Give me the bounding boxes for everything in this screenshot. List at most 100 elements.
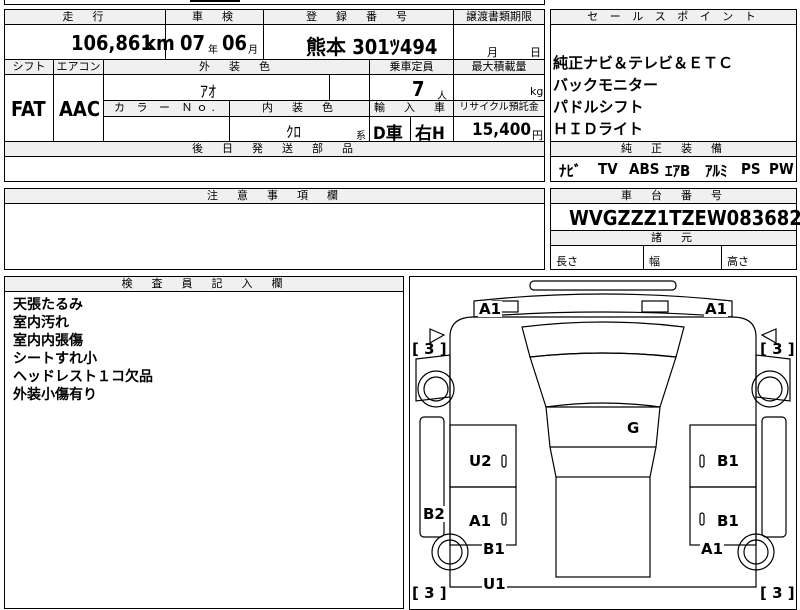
recycle-deposit-value: 15,400 [472, 120, 532, 140]
equipment-item: ｱﾙﾐ [705, 162, 728, 180]
inspector-remark: 室内汚れ [13, 315, 69, 331]
aircon-value: AAC [59, 97, 101, 121]
clipped-top-row [4, 0, 545, 5]
max-load-label: 最大積載量 [453, 59, 545, 75]
clipped-text-fragment [190, 0, 240, 2]
transfer-month-unit: 月 [487, 46, 498, 59]
shaken-year: 07 [180, 31, 206, 55]
sales-point-item: パドルシフト [553, 98, 644, 116]
front-right-wheel-hub [757, 376, 783, 402]
windshield-panel [529, 352, 677, 408]
inspector-label: 検 査 員 記 入 欄 [4, 276, 404, 292]
damage-mark-left-rear-door: A1 [468, 512, 493, 530]
damage-mark-right-front-door: B1 [716, 452, 740, 470]
interior-color-suffix: 系 [356, 131, 366, 142]
door-handle-rr [699, 512, 705, 526]
front-left-wheel-outline [417, 370, 455, 408]
sales-point-item: ＨＩＤライト [553, 120, 644, 138]
handle-cell: 右H [410, 116, 454, 144]
transfer-deadline-label: 譲渡書類期限 [453, 9, 545, 25]
damage-mark-rear-left: U1 [482, 575, 507, 593]
equipment-cell: ﾅﾋﾞ TV ABS ｴｱB ｱﾙﾐ PS PW [550, 156, 797, 182]
interior-color-label: 内 装 色 [229, 100, 370, 117]
mileage-value: 106,861 [71, 31, 153, 55]
tire-front-left: [ 3 ] [412, 340, 447, 358]
damage-mark-roof: G [626, 419, 641, 437]
shift-label: シフト [4, 59, 54, 75]
equipment-item: PS [741, 160, 761, 178]
equipment-item: ABS [629, 160, 660, 178]
center-floor-outline [555, 476, 651, 578]
right-sill-outline [761, 416, 787, 538]
recycle-deposit-label: リサイクル預託金 [453, 100, 545, 117]
equipment-item: ﾅﾋﾞ [559, 162, 582, 180]
transfer-deadline-cell: 月 日 [453, 24, 545, 60]
equipment-item: ｴｱB [665, 162, 691, 180]
import-car-label: 輸 入 車 [369, 100, 454, 117]
inspector-remark: 室内内張傷 [13, 333, 83, 349]
sales-point-item: バックモニター [553, 76, 659, 94]
car-diagram-svg [415, 280, 791, 588]
capacity-label: 乗車定員 [369, 59, 454, 75]
exterior-color-cell: ｱｵ [103, 74, 330, 101]
max-load-cell: kg [453, 74, 545, 101]
interior-color-value: ｸﾛ [286, 123, 302, 141]
tire-front-right: [ 3 ] [760, 340, 795, 358]
sales-point-item: 純正ナビ＆テレビ＆ＥＴＣ [553, 54, 734, 72]
shaken-cell: 07 年 06 月 [165, 24, 264, 60]
exterior-color-label: 外 装 色 [103, 59, 370, 75]
door-handle-rf [699, 454, 705, 468]
transfer-day-unit: 日 [530, 46, 541, 59]
tire-rear-left: [ 3 ] [412, 584, 447, 602]
notes-label: 注 意 事 項 欄 [4, 188, 545, 204]
width-cell: 幅 [643, 245, 722, 270]
later-parts-cell [4, 156, 545, 182]
chassis-cell: WVGZZZ1TZEW083682 [550, 203, 800, 231]
roof-rear-left-line [549, 446, 557, 478]
roof-panel [545, 406, 661, 448]
shaken-label: 車 検 [165, 9, 264, 25]
registration-cell: 熊本 301ﾂ494 [263, 24, 454, 60]
damage-mark-right-rear-wheel-area: A1 [700, 540, 725, 558]
registration-label: 登 録 番 号 [263, 9, 454, 25]
damage-mark-left-front-door: U2 [468, 452, 493, 470]
chassis-label: 車 台 番 号 [550, 188, 797, 204]
roof-rear-right-line [649, 446, 657, 478]
shift-cell: FAT [4, 74, 54, 142]
shaken-year-unit: 年 [208, 45, 218, 56]
front-bumper-bar [529, 280, 677, 291]
notes-box [4, 203, 545, 270]
color-number-cell [103, 116, 230, 142]
length-cell: 長さ [550, 245, 644, 270]
max-load-unit: kg [530, 85, 544, 98]
later-parts-label: 後 日 発 送 部 品 [4, 141, 545, 157]
aircon-label: エアコン [53, 59, 104, 75]
sales-points-label: セ ー ル ス ポ イ ン ト [550, 9, 797, 25]
door-handle-lr [501, 512, 507, 526]
damage-mark-front-left: A1 [478, 300, 503, 318]
damage-mark-front-right: A1 [704, 300, 729, 318]
inspector-remark: 天張たるみ [13, 297, 83, 313]
equipment-item: TV [598, 160, 618, 178]
aircon-cell: AAC [53, 74, 104, 142]
dimensions-label: 諸 元 [550, 230, 797, 246]
front-left-wheel-hub [423, 376, 449, 402]
exterior-color-value: ｱｵ [200, 82, 217, 101]
exterior-color-extra-cell [329, 74, 370, 101]
length-label: 長さ [556, 255, 578, 268]
shaken-month-unit: 月 [248, 45, 258, 56]
damage-mark-right-rear-door: B1 [716, 512, 740, 530]
door-handle-lf [501, 454, 507, 468]
damage-mark-left-rear-fender: B2 [422, 505, 446, 523]
mileage-cell: 106,861 km [4, 24, 175, 60]
damage-mark-left-rear-wheel-area: B1 [482, 540, 506, 558]
car-diagram-box: A1 A1 G U2 B1 B2 A1 B1 B1 A1 U1 [ 3 ] [ … [409, 276, 797, 610]
inspector-remark: ヘッドレスト１コ欠品 [13, 369, 153, 385]
chassis-value: WVGZZZ1TZEW083682 [569, 206, 800, 230]
recycle-deposit-cell: 15,400 円 [453, 116, 545, 142]
color-number-label: カ ラ ー Ｎｏ. [103, 100, 230, 117]
equipment-label: 純 正 装 備 [550, 141, 797, 157]
headlight-right [641, 300, 669, 313]
import-car-cell: D車 [369, 116, 411, 144]
front-bumper-outline [473, 293, 733, 318]
